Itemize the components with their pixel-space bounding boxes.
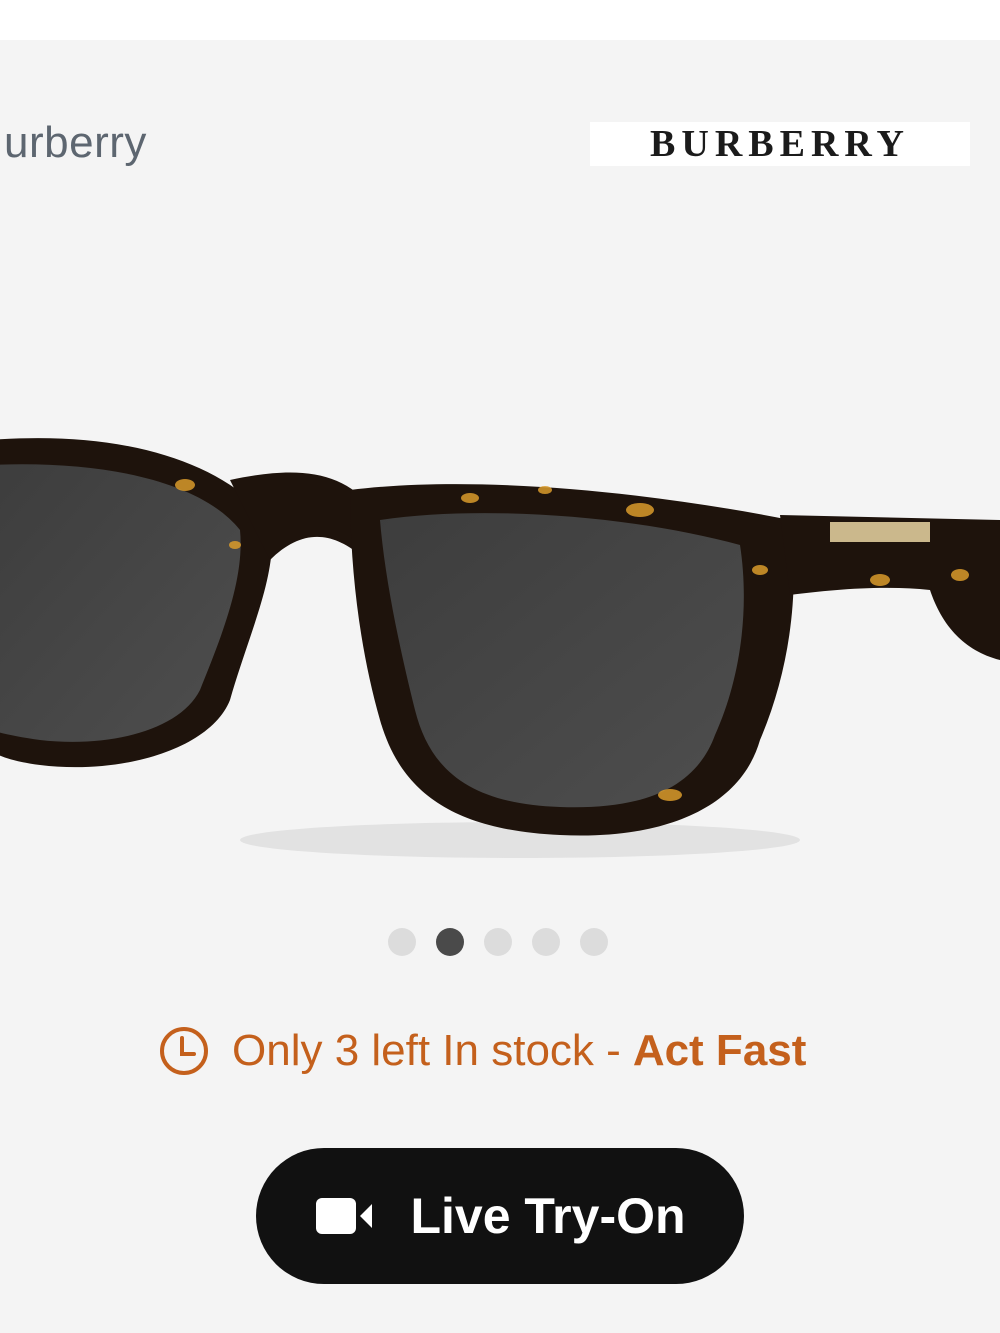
carousel-dot-active[interactable] <box>436 928 464 956</box>
carousel-dot[interactable] <box>532 928 560 956</box>
clock-icon <box>160 1027 208 1075</box>
stock-urgency: Act Fast <box>632 1026 807 1075</box>
carousel-dot[interactable] <box>388 928 416 956</box>
live-try-on-button[interactable]: Live Try-On <box>256 1148 744 1284</box>
brand-name[interactable]: urberry <box>4 118 147 168</box>
stock-message: Only 3 left In stock - <box>232 1026 621 1075</box>
top-strip <box>0 0 1000 40</box>
product-image[interactable] <box>0 370 1000 890</box>
product-gallery[interactable]: urberry BURBERRY Only 3 left In stock - … <box>0 40 1000 1333</box>
carousel-dot[interactable] <box>484 928 512 956</box>
carousel-dot[interactable] <box>580 928 608 956</box>
live-try-on-label: Live Try-On <box>410 1188 686 1244</box>
stock-notice: Only 3 left In stock - Act Fast <box>158 1025 806 1077</box>
carousel-dots <box>388 928 608 956</box>
video-camera-icon <box>316 1198 373 1234</box>
brand-logo: BURBERRY <box>590 122 970 166</box>
